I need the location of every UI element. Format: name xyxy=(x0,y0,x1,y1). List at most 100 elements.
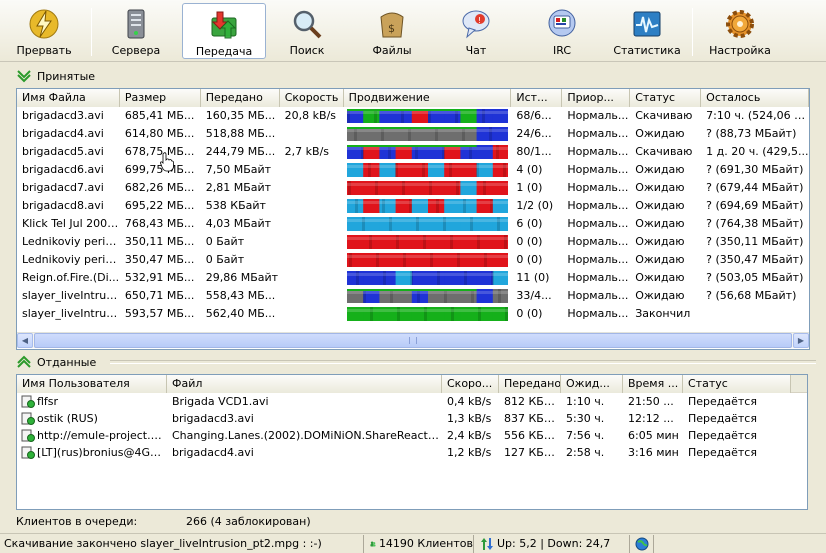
header-col-transferred[interactable]: Передано xyxy=(499,375,561,393)
progress-bar-graphic xyxy=(346,307,510,321)
header-col-user[interactable]: Имя Пользователя xyxy=(17,375,167,393)
downloads-horizontal-scrollbar[interactable]: ◀ ▶ xyxy=(17,332,809,348)
disconnect-button[interactable]: Прервать xyxy=(2,3,86,59)
download-row[interactable]: brigadacd8.avi 695,22 МБ... 538 КБайт 1/2 (… xyxy=(17,197,809,215)
irc-button[interactable]: IRC xyxy=(520,3,604,59)
cell-status: Передаётся xyxy=(688,446,757,459)
progress-bar xyxy=(344,287,512,305)
status-network xyxy=(630,534,654,553)
svg-text:!: ! xyxy=(478,16,481,25)
upload-row[interactable]: flfsr Brigada VCD1.avi 0,4 kB/s 812 КБайт 1:… xyxy=(17,393,807,410)
settings-button[interactable]: Настройка xyxy=(698,3,782,59)
cell-remaining: ? (88,73 МБайт) xyxy=(706,127,797,140)
downloads-list-body: brigadacd3.avi 685,41 МБ... 160,35 МБ... 20… xyxy=(17,107,809,323)
cell-transferred: 518,88 МБ... xyxy=(205,127,276,140)
download-row[interactable]: slayer_liveIntrusi... 593,57 МБ... 562,40 … xyxy=(17,305,809,323)
header-col-priority[interactable]: Приор... xyxy=(562,89,631,107)
download-row[interactable]: Reign.of.Fire.(Di... 532,91 МБ... 29,86 МБ… xyxy=(17,269,809,287)
cell-sources: 0 (0) xyxy=(516,235,543,248)
cell-sources: 6 (0) xyxy=(516,217,543,230)
uploads-list[interactable]: Имя Пользователя Файл Скоро... Передано Ожид… xyxy=(16,374,808,510)
progress-gloss xyxy=(346,147,509,150)
uploads-list-body: flfsr Brigada VCD1.avi 0,4 kB/s 812 КБайт 1:… xyxy=(17,393,807,461)
header-col-speed[interactable]: Скоро... xyxy=(442,375,499,393)
cell-speed xyxy=(280,179,344,197)
header-col-status[interactable]: Статус xyxy=(630,89,702,107)
cell-status: Передаётся xyxy=(688,395,757,408)
progress-gloss xyxy=(346,165,509,168)
header-col-speed[interactable]: Скорость xyxy=(279,89,344,107)
transfer-button[interactable]: Передача xyxy=(182,3,266,59)
cell-priority: Нормаль... xyxy=(567,163,629,176)
download-row[interactable]: Lednikoviy period... 350,47 МБ... 0 Байт 0 … xyxy=(17,251,809,269)
cell-status: Ожидаю xyxy=(635,163,685,176)
header-col-time[interactable]: Время ... xyxy=(623,375,683,393)
cell-priority: Нормаль... xyxy=(567,271,629,284)
queue-value: 266 (4 заблокирован) xyxy=(186,514,311,528)
cell-sources: 0 (0) xyxy=(516,307,543,320)
header-col-status[interactable]: Статус xyxy=(683,375,791,393)
download-row[interactable]: brigadacd3.avi 685,41 МБ... 160,35 МБ... 20… xyxy=(17,107,809,125)
scroll-right-button[interactable]: ▶ xyxy=(793,333,809,348)
cell-status: Ожидаю xyxy=(635,253,685,266)
cell-status: Закончил xyxy=(635,307,691,320)
downloads-list[interactable]: Имя Файла Размер Передано Скорость Продвижен… xyxy=(16,88,810,350)
scroll-left-button[interactable]: ◀ xyxy=(17,333,33,348)
download-row[interactable]: Lednikoviy period... 350,11 МБ... 0 Байт 0 … xyxy=(17,233,809,251)
header-col-remaining[interactable]: Осталось xyxy=(701,89,809,107)
cell-sources: 1/2 (0) xyxy=(516,199,554,212)
download-row[interactable]: brigadacd6.avi 699,75 МБ... 7,50 МБайт 4 (0… xyxy=(17,161,809,179)
upload-row[interactable]: ostik (RUS) brigadacd3.avi 1,3 kB/s 837 КБа… xyxy=(17,410,807,427)
cell-transferred: 556 КБайт xyxy=(504,429,561,442)
cell-size: 685,41 МБ... xyxy=(124,109,195,122)
scrollbar-thumb[interactable] xyxy=(34,333,792,348)
cell-transferred: 244,79 МБ... xyxy=(205,145,276,158)
upload-row[interactable]: http://emule-project.net Changing.Lanes.(… xyxy=(17,427,807,444)
progress-bar-graphic xyxy=(346,127,510,141)
statistics-button[interactable]: Статистика xyxy=(605,3,689,59)
header-col-sources[interactable]: Ист... xyxy=(511,89,563,107)
cell-speed xyxy=(280,233,344,251)
cell-status: Ожидаю xyxy=(635,199,685,212)
cell-size: 350,11 МБ... xyxy=(124,235,195,248)
cell-priority: Нормаль... xyxy=(567,109,629,122)
cell-speed: 0,4 kB/s xyxy=(447,395,492,408)
uploads-arrow-icon xyxy=(17,355,31,368)
cell-status: Ожидаю xyxy=(635,235,685,248)
download-row[interactable]: slayer_liveIntrusi... 650,71 МБ... 558,43 … xyxy=(17,287,809,305)
progress-bar-graphic xyxy=(346,163,510,177)
cell-speed: 20,8 kB/s xyxy=(284,109,337,122)
cell-user: flfsr xyxy=(17,393,167,410)
cell-speed xyxy=(280,269,344,287)
cell-transferred: 29,86 МБайт xyxy=(205,271,279,284)
header-col-transferred[interactable]: Передано xyxy=(200,89,280,107)
header-col-file[interactable]: Файл xyxy=(167,375,442,393)
files-button[interactable]: $ Файлы xyxy=(350,3,434,59)
search-button[interactable]: Поиск xyxy=(265,3,349,59)
download-row[interactable]: Klick Tel Jul 2002 ... 768,43 МБ... 4,03 М… xyxy=(17,215,809,233)
client-icon xyxy=(21,395,35,408)
settings-gear-icon xyxy=(726,10,754,38)
chat-button[interactable]: ! Чат xyxy=(434,3,518,59)
uploads-section-header: Отданные xyxy=(0,351,826,373)
cell-time: 6:05 мин xyxy=(628,429,679,442)
servers-button[interactable]: Сервера xyxy=(94,3,178,59)
header-col-size[interactable]: Размер xyxy=(119,89,201,107)
progress-bar-graphic xyxy=(346,145,510,159)
toolbar: Прервать Сервера Передача Поиск $ Файлы … xyxy=(0,0,826,62)
download-row[interactable]: brigadacd5.avi 678,75 МБ... 244,79 МБ... 2,… xyxy=(17,143,809,161)
header-col-filename[interactable]: Имя Файла xyxy=(17,89,120,107)
progress-completed-line xyxy=(346,289,477,291)
header-col-progress[interactable]: Продвижение xyxy=(343,89,512,107)
cell-filename: brigadacd4.avi xyxy=(22,127,104,140)
progress-bar-graphic xyxy=(346,253,510,267)
upload-row[interactable]: [LT](rus)bronius@4GB... brigadacd4.avi 1,2… xyxy=(17,444,807,461)
hand-cursor-icon xyxy=(160,152,174,172)
cell-sources: 33/4... xyxy=(516,289,552,302)
download-row[interactable]: brigadacd7.avi 682,26 МБ... 2,81 МБайт 1 (0… xyxy=(17,179,809,197)
cell-time: 3:16 мин xyxy=(628,446,679,459)
cell-remaining: 7:10 ч. (524,06 М... xyxy=(706,109,809,122)
download-row[interactable]: brigadacd4.avi 614,80 МБ... 518,88 МБ... 24… xyxy=(17,125,809,143)
cell-wait: 2:58 ч. xyxy=(566,446,605,459)
header-col-wait[interactable]: Ожид... xyxy=(561,375,623,393)
